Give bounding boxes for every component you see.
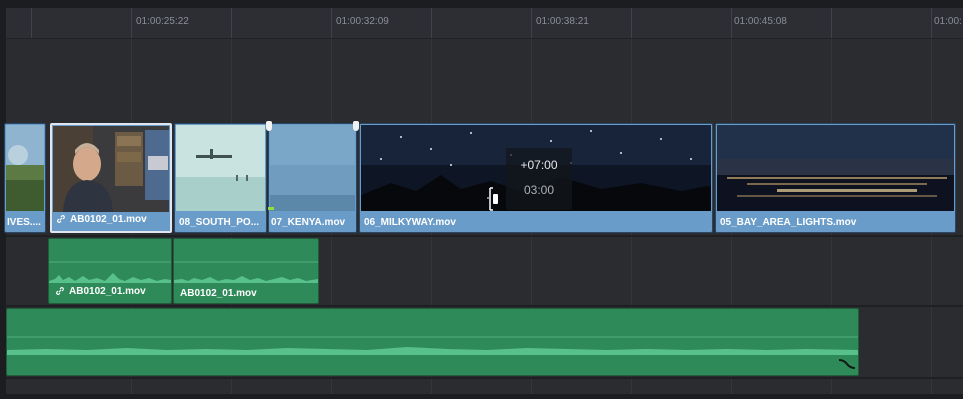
trim-offset: +07:00 [520,158,558,172]
ruler-tick [331,8,332,38]
ruler-tick [531,8,532,38]
clip-thumbnail [53,126,169,212]
timecode-ruler[interactable]: 01:00:25:22 01:00:32:09 01:00:38:21 01:0… [6,8,963,39]
clip-thumbnail [6,125,44,211]
track-separator [6,235,963,237]
link-icon [56,214,66,227]
ruler-tick [31,8,32,38]
trim-handle-right[interactable] [353,121,359,131]
trim-cursor-icon [486,186,500,212]
trim-handle-left[interactable] [266,121,272,131]
track-separator [6,305,963,307]
clip-name: IVES.... [7,217,41,228]
video-clip[interactable]: 08_SOUTH_PO... [174,123,267,233]
audio-waveform [49,261,171,283]
video-clip[interactable]: 07_KENYA.mov [268,123,357,233]
audio-clip[interactable]: AB0102_01.mov [48,238,172,304]
ruler-timecode: 01:00: [934,16,962,27]
fade-curve-icon[interactable] [838,357,856,371]
clip-thumbnail [270,125,355,211]
clip-name: 05_BAY_AREA_LIGHTS.mov [720,217,857,228]
clip-name: AB0102_01.mov [180,288,257,299]
video-clip-selected[interactable]: AB0102_01.mov [50,123,172,233]
edit-point-marker [268,207,274,210]
panel-bottom-edge [0,394,963,399]
audio-clip-music[interactable] [6,308,859,376]
audio-clip[interactable]: AB0102_01.mov [173,238,319,304]
clip-name: 06_MILKYWAY.mov [364,217,456,228]
audio-waveform [174,261,318,283]
video-clip[interactable]: 05_BAY_AREA_LIGHTS.mov [715,123,956,233]
link-icon [55,286,65,299]
ruler-tick [731,8,732,38]
ruler-timecode: 01:00:32:09 [336,16,389,27]
ruler-tick [131,8,132,38]
trim-duration: 03:00 [523,183,555,197]
clip-name: 08_SOUTH_PO... [179,217,260,228]
ruler-tick [631,8,632,38]
ruler-timecode: 01:00:38:21 [536,16,589,27]
ruler-tick [931,8,932,38]
clip-name-row: AB0102_01.mov [56,214,147,227]
ruler-tick [231,8,232,38]
ruler-timecode: 01:00:25:22 [136,16,189,27]
ruler-tick [831,8,832,38]
audio-waveform [7,336,858,355]
trim-info-overlay: +07:00 03:00 [506,148,572,210]
clip-thumbnail [717,125,954,211]
clip-name-row: AB0102_01.mov [55,286,146,299]
ruler-timecode: 01:00:45:08 [734,16,787,27]
clip-name: AB0102_01.mov [69,286,146,297]
clip-thumbnail [176,125,265,211]
ruler-tick [431,8,432,38]
timeline-panel[interactable]: 01:00:25:22 01:00:32:09 01:00:38:21 01:0… [0,0,963,399]
clip-name: AB0102_01.mov [70,214,147,225]
track-separator [6,377,963,379]
panel-top-edge [0,0,963,8]
video-clip[interactable]: IVES.... [4,123,46,233]
clip-name: 07_KENYA.mov [271,217,346,228]
